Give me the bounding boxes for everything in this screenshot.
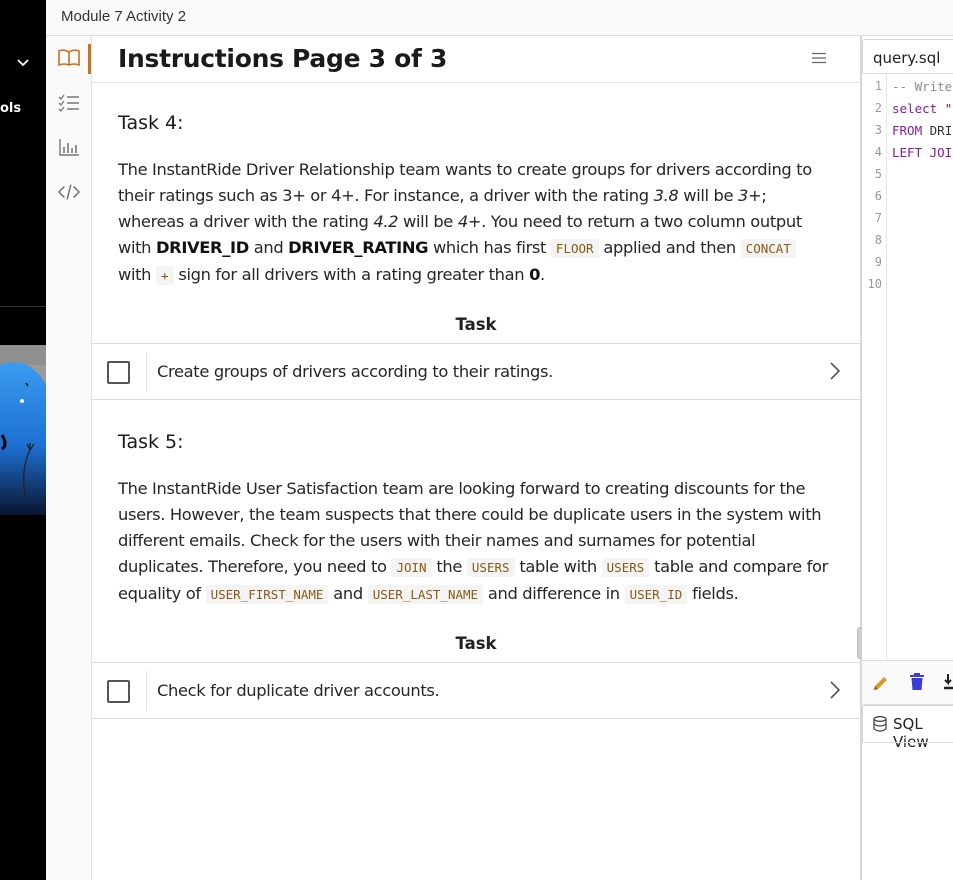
task4-item-label: Create groups of drivers according to th… [157, 362, 553, 381]
task4-checkbox[interactable] [107, 361, 130, 384]
chevron-right-icon[interactable] [830, 362, 841, 385]
code-line: FROM DRI [892, 123, 953, 138]
task5-description: The InstantRide User Satisfaction team a… [118, 479, 828, 604]
page-title: Instructions Page 3 of 3 [118, 44, 448, 73]
window-title: Module 7 Activity 2 [61, 8, 187, 25]
database-icon [873, 716, 887, 737]
code-line: select " [892, 101, 953, 116]
task5-title: Task 5: [118, 431, 184, 453]
window-header: Module 7 Activity 2 [46, 0, 953, 36]
tab-query-sql[interactable]: query.sql [862, 39, 953, 73]
tab-sql-view[interactable]: SQL View [862, 705, 953, 751]
line-number: 5 [874, 167, 882, 181]
divider [0, 306, 46, 307]
checklist-icon[interactable] [58, 92, 80, 114]
sql-view-panel [862, 742, 953, 880]
line-number: 4 [874, 145, 882, 159]
book-icon[interactable] [58, 47, 80, 69]
code-icon[interactable] [58, 181, 80, 203]
code-line: -- Write [892, 79, 953, 94]
panel-label: ols [0, 101, 22, 116]
line-number: 3 [874, 123, 882, 137]
line-number: 6 [874, 189, 882, 203]
line-number: 8 [874, 233, 882, 247]
task4-description: The InstantRide Driver Relationship team… [118, 160, 812, 285]
task5-item-label: Check for duplicate driver accounts. [157, 681, 440, 700]
preview-thumbnail [0, 345, 46, 515]
code-line: LEFT JOI [892, 145, 953, 160]
divider [146, 352, 147, 392]
left-panel: ols [0, 0, 46, 880]
chevron-down-icon[interactable] [17, 55, 29, 70]
task4-task-label: Task [455, 315, 497, 334]
tab-label: query.sql [873, 49, 941, 67]
menu-icon[interactable] [812, 51, 826, 69]
chart-icon[interactable] [58, 136, 80, 158]
task5-task-label: Task [455, 634, 497, 653]
icon-rail [46, 36, 92, 880]
task5-item[interactable]: Check for duplicate driver accounts. [92, 662, 860, 719]
line-number: 2 [874, 101, 882, 115]
instructions-header: Instructions Page 3 of 3 [92, 36, 860, 83]
line-number: 9 [874, 255, 882, 269]
task4-item[interactable]: Create groups of drivers according to th… [92, 343, 860, 400]
download-icon[interactable] [944, 673, 953, 696]
line-number: 7 [874, 211, 882, 225]
code-editor[interactable]: 1 2 3 4 5 6 7 8 9 10 -- Write select " F… [862, 73, 953, 661]
chevron-right-icon[interactable] [830, 681, 841, 704]
line-gutter: 1 2 3 4 5 6 7 8 9 10 [862, 74, 887, 661]
pencil-icon[interactable] [872, 674, 890, 697]
divider [146, 671, 147, 711]
active-indicator [88, 44, 91, 74]
editor-toolbar [862, 660, 953, 705]
task5-checkbox[interactable] [107, 680, 130, 703]
task4-title: Task 4: [118, 112, 184, 134]
editor-pane: query.sql 1 2 3 4 5 6 7 8 9 10 -- Write … [862, 36, 953, 880]
line-number: 1 [874, 79, 882, 93]
instructions-pane: Instructions Page 3 of 3 Task 4: The Ins… [92, 36, 860, 880]
line-number: 10 [867, 277, 882, 291]
trash-icon[interactable] [909, 673, 925, 696]
